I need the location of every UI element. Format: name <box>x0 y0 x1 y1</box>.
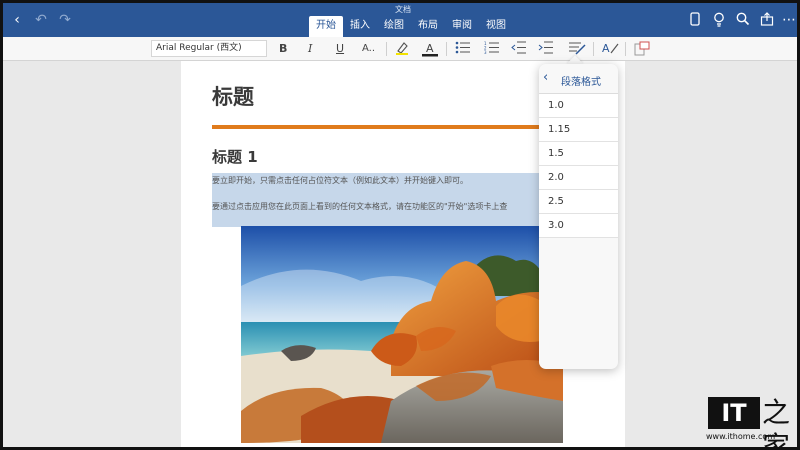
increase-indent-icon[interactable] <box>538 41 553 57</box>
highlighter-icon[interactable] <box>395 41 409 57</box>
undo-icon[interactable]: ↶ <box>33 12 49 28</box>
doc-heading-1[interactable]: 标题 1 <box>212 146 258 167</box>
styles-icon[interactable]: A <box>602 41 619 57</box>
decrease-indent-icon[interactable] <box>511 41 526 57</box>
ribbon-bar: 文档 ‹ ↶ ↷ 开始 插入 绘图 布局 审阅 视图 ⋯ <box>3 3 797 37</box>
bold-icon[interactable]: B <box>279 41 287 57</box>
svg-text:A: A <box>426 42 434 55</box>
svg-text:3: 3 <box>484 50 487 54</box>
line-spacing-option[interactable]: 3.0 <box>539 214 618 238</box>
paragraph-format-icon[interactable] <box>569 41 586 57</box>
document-canvas[interactable]: 标题 标题 1 要立即开始，只需点击任何占位符文本（例如此文本）并开始键入即可。… <box>3 61 797 447</box>
clear-format-icon[interactable] <box>634 41 650 57</box>
search-icon[interactable] <box>735 12 751 28</box>
back-icon[interactable]: ‹ <box>9 12 25 28</box>
toolbar-divider <box>446 42 447 56</box>
tab-draw[interactable]: 绘图 <box>377 16 411 37</box>
numbered-list-icon[interactable]: 123 <box>484 41 499 57</box>
line-spacing-option[interactable]: 2.0 <box>539 166 618 190</box>
ribbon-tabs: 开始 插入 绘图 布局 审阅 视图 <box>309 16 513 37</box>
document-title: 文档 <box>395 5 411 14</box>
toolbar-divider <box>593 42 594 56</box>
tab-insert[interactable]: 插入 <box>343 16 377 37</box>
share-icon[interactable] <box>759 12 775 28</box>
popover-header: ‹ 段落格式 <box>539 64 618 94</box>
popover-title: 段落格式 <box>561 77 601 88</box>
svg-text:A: A <box>602 42 610 55</box>
watermark-glyph: 之家 <box>762 396 791 450</box>
line-spacing-option[interactable]: 2.5 <box>539 190 618 214</box>
device-icon[interactable] <box>687 12 703 28</box>
more-icon[interactable]: ⋯ <box>781 12 797 28</box>
line-spacing-option[interactable]: 1.0 <box>539 94 618 118</box>
watermark-logo: IT <box>708 397 760 429</box>
site-watermark: IT 之家 www.ithome.com <box>706 395 792 447</box>
tab-review[interactable]: 审阅 <box>445 16 479 37</box>
body-paragraph[interactable]: 要通过点击应用您在此页面上看到的任何文本格式，请在功能区的"开始"选项卡上查 <box>212 201 507 212</box>
font-color-icon[interactable]: A <box>422 41 438 57</box>
line-spacing-option[interactable]: 1.5 <box>539 142 618 166</box>
title-underline-rule <box>212 125 572 129</box>
redo-icon[interactable]: ↷ <box>57 12 73 28</box>
text-effects-icon[interactable]: A.. <box>362 41 375 57</box>
format-toolbar: Arial Regular (西文) B I U A.. A 123 A <box>3 37 797 61</box>
underline-icon[interactable]: U <box>336 41 344 57</box>
tab-home[interactable]: 开始 <box>309 16 343 37</box>
paragraph-format-popover: ‹ 段落格式 1.0 1.15 1.5 2.0 2.5 3.0 <box>539 64 618 369</box>
toolbar-divider <box>386 42 387 56</box>
back-chevron-icon[interactable]: ‹ <box>543 70 548 85</box>
line-spacing-option[interactable]: 1.15 <box>539 118 618 142</box>
watermark-url: www.ithome.com <box>706 432 776 441</box>
beach-rocks-photo[interactable] <box>241 226 563 443</box>
font-selector[interactable]: Arial Regular (西文) <box>151 40 267 57</box>
app-window: 文档 ‹ ↶ ↷ 开始 插入 绘图 布局 审阅 视图 ⋯ Arial Regul… <box>0 0 800 450</box>
bullet-list-icon[interactable] <box>455 41 470 57</box>
italic-icon[interactable]: I <box>308 41 312 57</box>
lightbulb-icon[interactable] <box>711 12 727 28</box>
tab-view[interactable]: 视图 <box>479 16 513 37</box>
tab-layout[interactable]: 布局 <box>411 16 445 37</box>
body-paragraph[interactable]: 要立即开始，只需点击任何占位符文本（例如此文本）并开始键入即可。 <box>212 175 468 186</box>
doc-title[interactable]: 标题 <box>212 81 254 111</box>
toolbar-divider <box>625 42 626 56</box>
